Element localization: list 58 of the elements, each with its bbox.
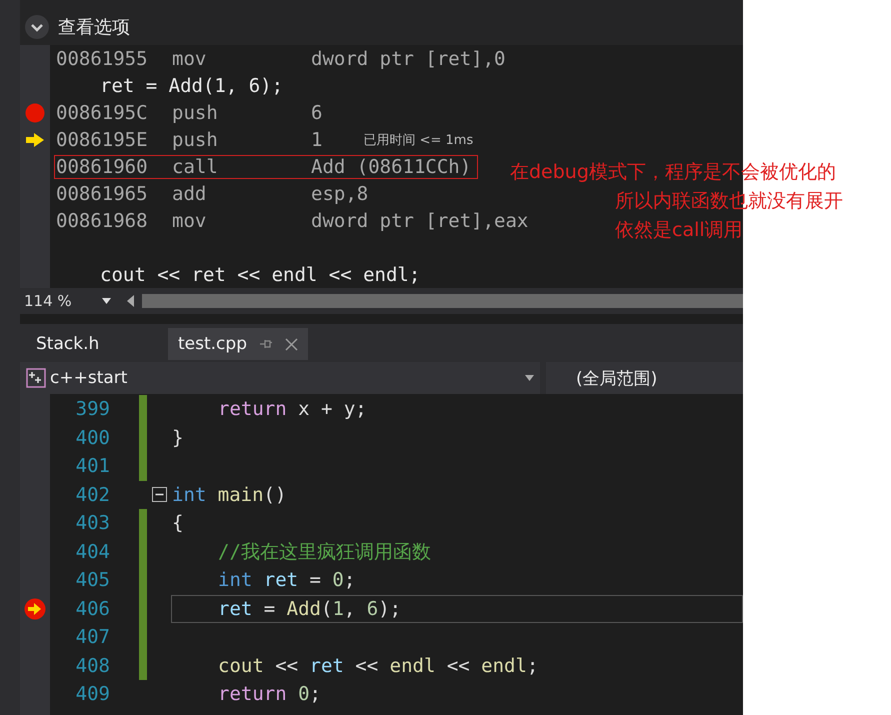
code-line: return x + y;	[218, 398, 368, 420]
line-number: 404	[74, 540, 110, 563]
source-line: ret = Add(1, 6);	[99, 74, 284, 96]
opcode-text: mov	[172, 210, 208, 232]
line-number: 402	[74, 484, 110, 506]
opcode-text: call	[172, 156, 219, 178]
line-number: 409	[74, 683, 110, 706]
project-icon	[26, 368, 46, 388]
opcode-text: mov	[172, 48, 208, 70]
file-tab[interactable]: test.cpp	[168, 328, 308, 360]
view-options-label[interactable]: 查看选项	[58, 15, 130, 39]
opcode-text: push	[172, 102, 219, 124]
code-line: int main()	[172, 484, 288, 506]
code-line: ret = Add(1, 6);	[218, 598, 402, 620]
project-dropdown[interactable]: c++start	[20, 362, 540, 394]
operand-text: esp,8	[311, 182, 368, 204]
operand-text: 6	[311, 102, 322, 124]
address-text: 00861968	[56, 210, 149, 232]
line-number: 401	[74, 455, 110, 478]
scroll-left-icon[interactable]	[127, 295, 134, 307]
code-line: return 0;	[218, 683, 322, 706]
line-number: 408	[74, 654, 110, 677]
address-text: 00861965	[56, 182, 149, 204]
code-line: cout << ret << endl << endl;	[218, 654, 540, 677]
scrollbar-thumb[interactable]	[142, 294, 743, 308]
code-line: {	[172, 512, 184, 534]
opcode-text: push	[172, 128, 219, 150]
line-number: 405	[74, 569, 110, 592]
address-text: 00861960	[56, 156, 149, 178]
code-line: }	[172, 426, 184, 449]
code-line: int ret = 0;	[218, 569, 356, 592]
opcode-text: add	[172, 182, 208, 204]
address-text: 00861955	[56, 48, 149, 70]
chevron-down-icon[interactable]	[24, 14, 50, 40]
line-number: 399	[74, 398, 110, 420]
zoom-dropdown[interactable]: 114 %	[24, 292, 94, 310]
operand-text: Add (08611CCh)	[311, 156, 472, 178]
close-icon[interactable]	[284, 338, 298, 350]
line-number: 406	[74, 598, 110, 620]
caret-icon[interactable]	[525, 375, 534, 381]
operand-text: dword ptr [ret],eax	[311, 210, 528, 232]
line-number: 400	[74, 426, 110, 449]
annotation-text: 依然是call调用	[615, 219, 743, 241]
line-number: 407	[74, 626, 110, 648]
caret-icon[interactable]	[102, 298, 111, 304]
file-tab[interactable]: Stack.h	[26, 328, 166, 360]
pin-icon[interactable]	[258, 338, 273, 350]
code-line: //我在这里疯狂调用函数	[218, 540, 432, 565]
perf-tip: 已用时间 <= 1ms	[363, 132, 474, 148]
scope-dropdown[interactable]: (全局范围)	[546, 362, 743, 394]
line-number: 403	[74, 512, 110, 534]
breakpoint-icon[interactable]	[25, 102, 45, 122]
operand-text: 1	[311, 128, 322, 150]
operand-text: dword ptr [ret],0	[311, 48, 506, 70]
address-text: 0086195E	[56, 128, 149, 150]
collapse-icon[interactable]	[152, 487, 166, 502]
address-text: 0086195C	[56, 102, 149, 124]
source-line: cout << ret << endl << endl;	[99, 264, 420, 286]
